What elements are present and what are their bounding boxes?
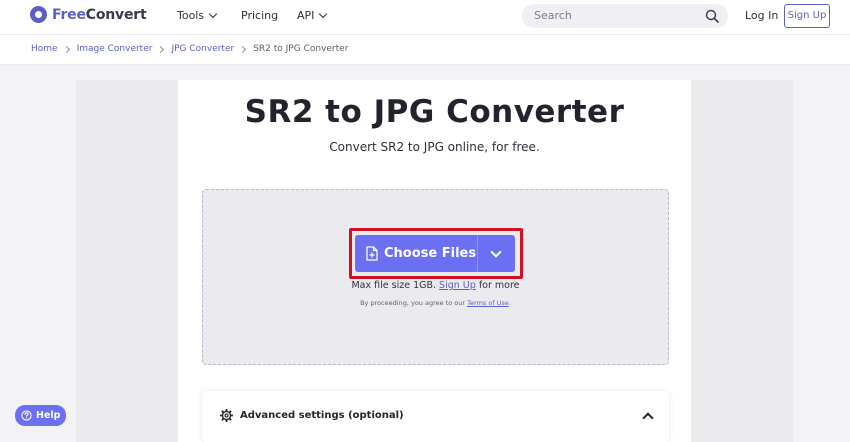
signup-button[interactable]: Sign Up (784, 4, 830, 28)
max-size-suffix: for more (478, 280, 520, 291)
logo-text-free: Free (52, 6, 86, 23)
login-link[interactable]: Log In (745, 9, 778, 22)
file-add-icon (366, 246, 378, 261)
search-placeholder: Search (534, 9, 572, 22)
breadcrumb-home[interactable]: Home (31, 44, 58, 54)
terms-of-use-link[interactable]: Terms of Use (467, 299, 509, 307)
help-label: Help (36, 410, 61, 421)
nav-pricing[interactable]: Pricing (241, 9, 278, 22)
nav-api[interactable]: API (297, 9, 328, 22)
chevron-right-icon (62, 45, 70, 53)
advanced-settings-panel[interactable]: Advanced settings (optional) (202, 391, 669, 442)
chevron-right-icon (157, 45, 165, 53)
upload-source-dropdown[interactable] (478, 235, 515, 272)
logo[interactable]: FreeConvert (30, 6, 147, 23)
nav-tools-label: Tools (177, 9, 205, 22)
max-file-size-text: Max file size 1GB. Sign Up for more (202, 280, 669, 291)
logo-text-convert: Convert (85, 6, 147, 23)
chevron-down-icon (208, 9, 218, 18)
breadcrumb-current: SR2 to JPG Converter (253, 44, 349, 54)
breadcrumb: Home Image Converter JPG Converter SR2 t… (0, 34, 850, 65)
help-button[interactable]: Help (15, 405, 66, 426)
side-ad-right (691, 80, 793, 442)
search-input[interactable]: Search (522, 4, 728, 28)
chevron-right-icon (239, 45, 247, 53)
top-header: FreeConvert Tools Pricing API Search Log… (0, 0, 850, 34)
side-ad-left (76, 80, 178, 442)
breadcrumb-image-converter[interactable]: Image Converter (77, 44, 153, 54)
choose-files-label: Choose Files (384, 246, 477, 261)
chevron-down-icon (319, 9, 328, 18)
max-size-signup-link[interactable]: Sign Up (439, 280, 476, 291)
nav-tools[interactable]: Tools (177, 9, 218, 22)
breadcrumb-jpg-converter[interactable]: JPG Converter (171, 44, 234, 54)
chevron-up-icon[interactable] (642, 412, 654, 424)
help-icon (21, 410, 32, 421)
gear-icon (220, 409, 233, 422)
terms-text: By proceeding, you agree to our Terms of… (202, 299, 669, 307)
logo-icon (30, 6, 47, 23)
chevron-down-icon (490, 246, 502, 258)
nav-api-label: API (297, 9, 315, 22)
terms-prefix: By proceeding, you agree to our (360, 299, 466, 307)
choose-files-button[interactable]: Choose Files (355, 235, 477, 272)
page-subtitle: Convert SR2 to JPG online, for free. (329, 140, 540, 154)
max-size-prefix: Max file size 1GB. (351, 280, 437, 291)
advanced-settings-label: Advanced settings (optional) (240, 410, 404, 421)
page-title: SR2 to JPG Converter (244, 94, 625, 130)
search-icon[interactable] (705, 9, 719, 23)
terms-suffix: . (508, 299, 511, 307)
